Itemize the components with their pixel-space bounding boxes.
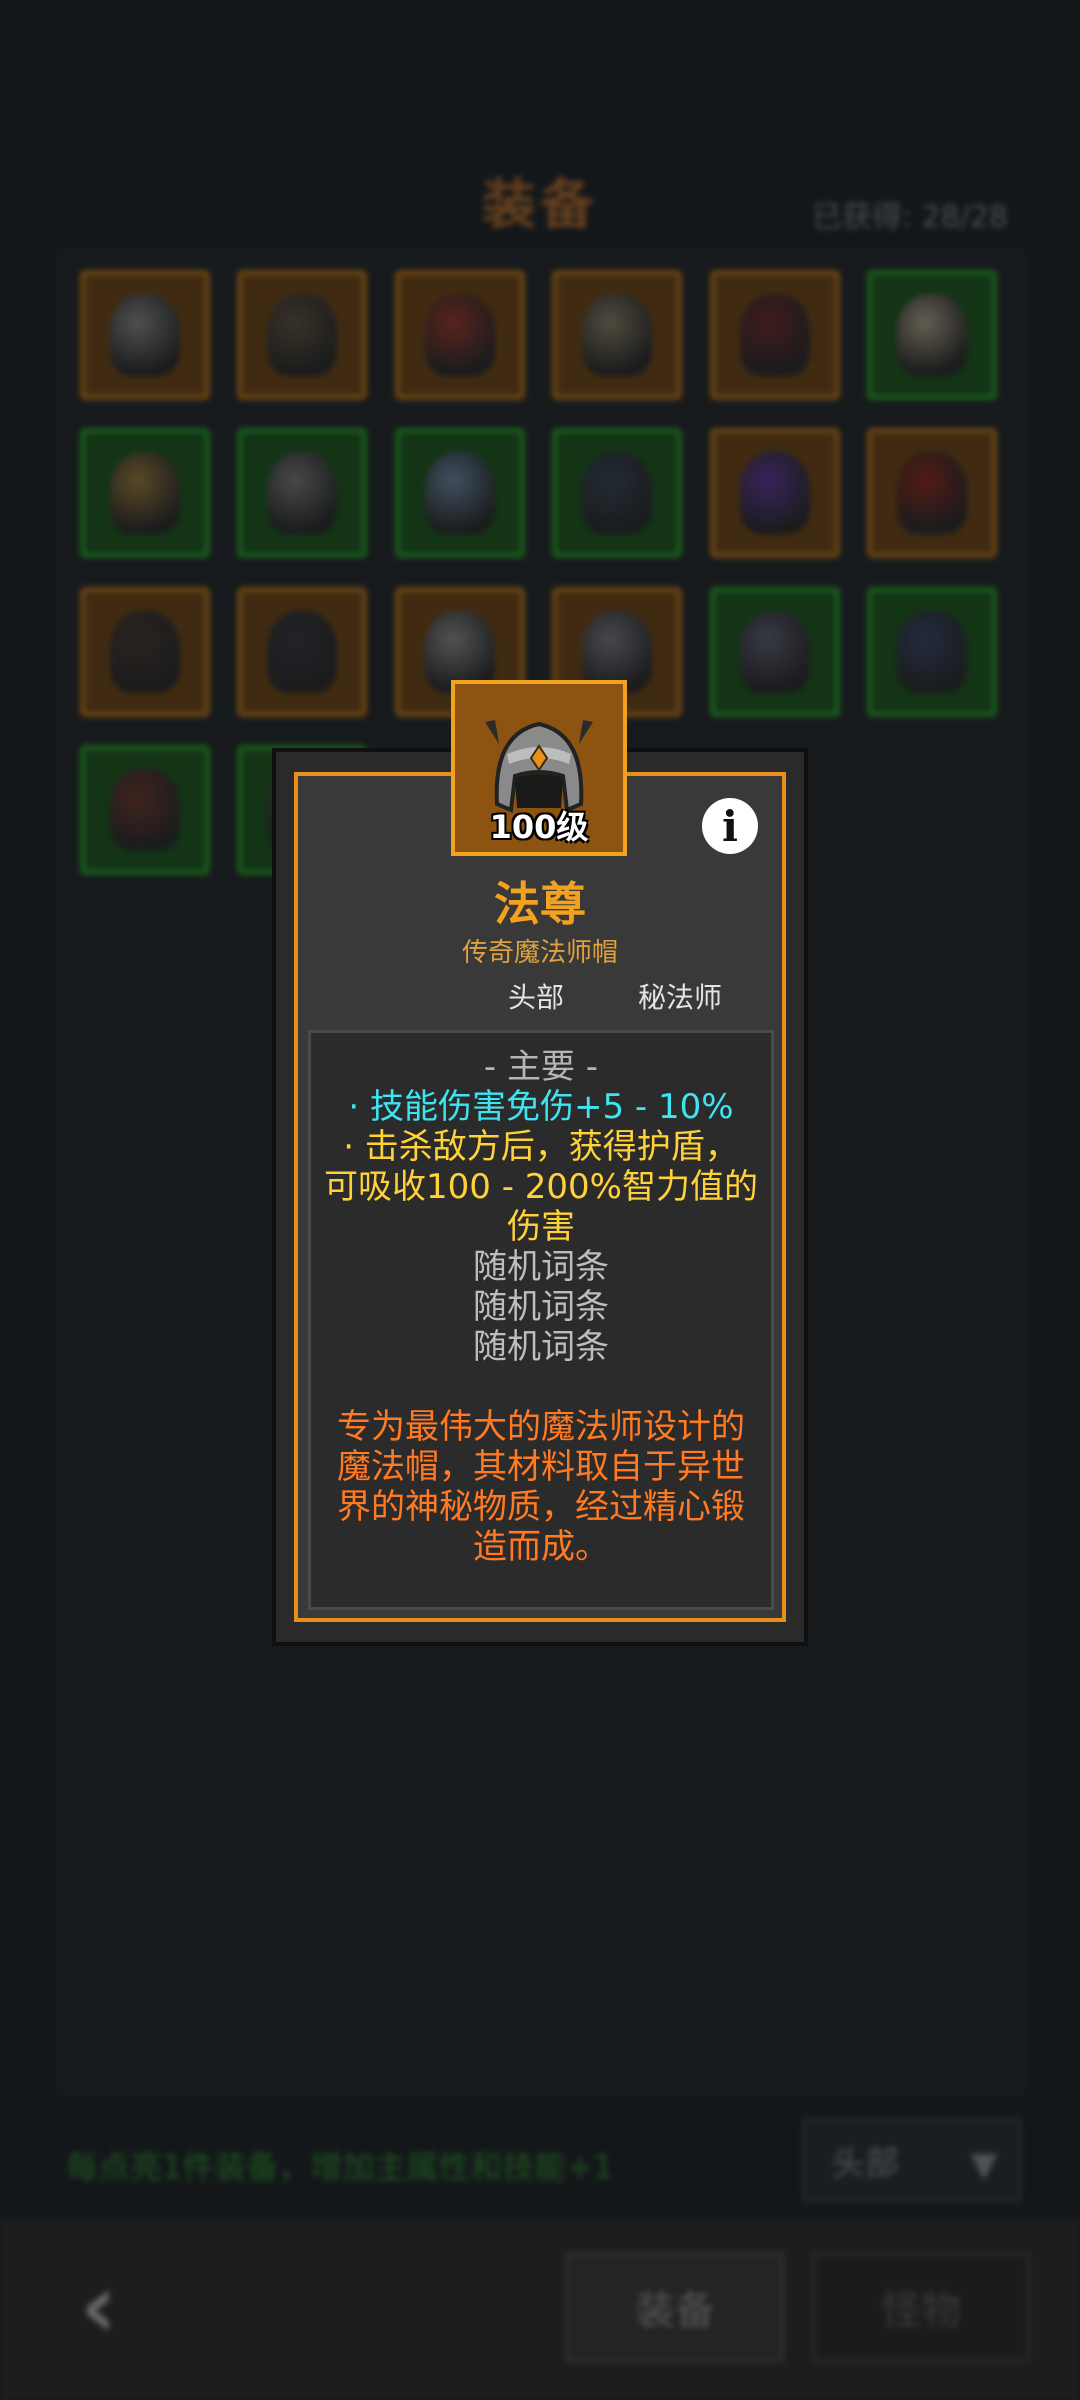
affix-line: · 技能伤害免伤+5 - 10%	[348, 1087, 734, 1127]
item-class: 秘法师	[638, 981, 723, 1014]
random-affix: 随机词条	[473, 1247, 609, 1287]
frame-corner	[294, 772, 316, 794]
item-rarity-type: 传奇魔法师帽	[461, 938, 618, 968]
flavor-text: 专为最伟大的魔法师设计的	[337, 1407, 745, 1447]
section-header: - 主要 -	[483, 1047, 599, 1087]
stats-box: - 主要 - · 技能伤害免伤+5 - 10% · 击杀敌方后，获得护盾， 可吸…	[308, 1030, 774, 1610]
affix-line: 伤害	[507, 1207, 575, 1247]
item-icon-frame: 100级	[451, 680, 627, 856]
flavor-text: 界的神秘物质，经过精心锻	[337, 1487, 745, 1527]
random-affix: 随机词条	[473, 1287, 609, 1327]
affix-line: 可吸收100 - 200%智力值的	[324, 1167, 758, 1207]
stats-list: - 主要 - · 技能伤害免伤+5 - 10% · 击杀敌方后，获得护盾， 可吸…	[311, 1047, 771, 1567]
item-slot: 头部	[508, 981, 565, 1014]
random-affix: 随机词条	[473, 1327, 609, 1367]
item-name: 法尊	[494, 877, 586, 931]
info-icon[interactable]: i	[702, 798, 758, 854]
flavor-text: 造而成。	[473, 1527, 609, 1567]
affix-line: · 击杀敌方后，获得护盾，	[343, 1127, 739, 1167]
flavor-text: 魔法帽，其材料取自于异世	[337, 1447, 745, 1487]
item-level: 100级	[489, 808, 589, 846]
frame-corner	[764, 772, 786, 794]
